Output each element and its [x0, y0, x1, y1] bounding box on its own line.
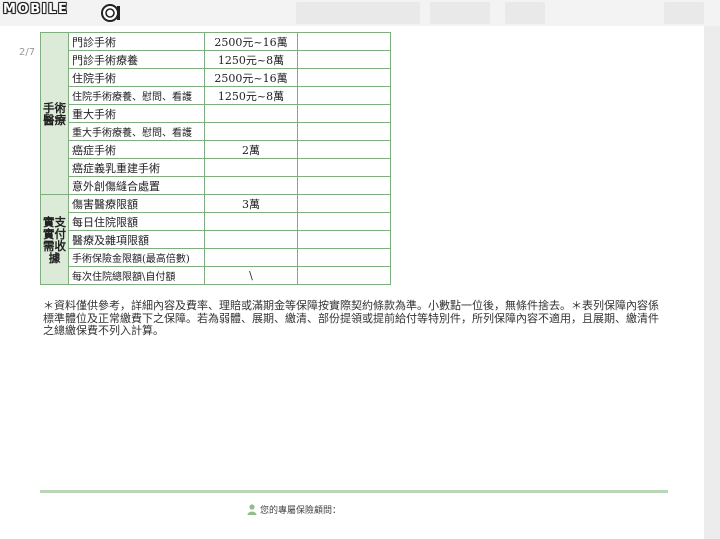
value-cell: [204, 104, 298, 123]
empty-cell: [297, 86, 391, 105]
empty-cell: [297, 176, 391, 195]
item-cell: 住院手術療養、慰問、看護: [68, 86, 205, 105]
value-cell: [204, 158, 298, 177]
table-row: 醫療及雜項限額: [41, 230, 391, 249]
table-row: 住院手術 2500元~16萬: [41, 68, 391, 87]
empty-cell: [297, 194, 391, 213]
item-cell: 門診手術: [68, 32, 205, 51]
item-cell: 醫療及雜項限額: [68, 230, 205, 249]
blurred-banner-area: [296, 2, 420, 24]
value-cell: 1250元~8萬: [204, 50, 298, 69]
empty-cell: [297, 50, 391, 69]
empty-cell: [297, 266, 391, 285]
value-cell: [204, 212, 298, 231]
person-icon: [247, 504, 257, 515]
disclaimer-note: ＊資料僅供參考，詳細內容及費率、理賠或滿期金等保障按實際契約條款為準。小數點一位…: [43, 299, 659, 337]
empty-cell: [297, 32, 391, 51]
item-cell: 住院手術: [68, 68, 205, 87]
table-row: 實支實付需收據 傷害醫療限額 3萬: [40, 194, 391, 285]
empty-cell: [297, 140, 391, 159]
item-cell: 門診手術療養: [68, 50, 205, 69]
value-cell: 2500元~16萬: [204, 32, 298, 51]
value-cell: [204, 248, 298, 267]
empty-cell: [297, 212, 391, 231]
value-cell: 2500元~16萬: [204, 68, 298, 87]
value-cell: \: [204, 266, 298, 285]
footer: 您的專屬保險顧問：: [247, 503, 341, 516]
table-row: 門診手術療養 1250元~8萬: [41, 50, 391, 69]
empty-cell: [297, 122, 391, 141]
table-row: 每日住院限額: [41, 212, 391, 231]
table-row: 重大手術: [41, 104, 391, 123]
page-indicator: 2/7: [19, 47, 36, 58]
table-row: 重大手術療養、慰問、看護: [41, 122, 391, 141]
blurred-banner-area: [430, 2, 490, 24]
value-cell: 1250元~8萬: [204, 86, 298, 105]
item-cell: 意外創傷縫合處置: [68, 176, 205, 195]
table-row: 癌症手術 2萬: [41, 140, 391, 159]
item-cell: 每日住院限額: [68, 212, 205, 231]
table-row: 每次住院總限額\自付額 \: [41, 266, 391, 285]
value-cell: 3萬: [204, 194, 298, 213]
value-cell: [204, 176, 298, 195]
table-row: 住院手術療養、慰問、看護 1250元~8萬: [41, 86, 391, 105]
empty-cell: [297, 248, 391, 267]
item-cell: 重大手術療養、慰問、看護: [68, 122, 205, 141]
category-cell: 手術醫療: [40, 32, 69, 195]
empty-cell: [297, 158, 391, 177]
item-cell: 每次住院總限額\自付額: [68, 266, 205, 285]
page-edge: [704, 26, 720, 539]
value-cell: [204, 122, 298, 141]
item-cell: 癌症手術: [68, 140, 205, 159]
coverage-table: 手術醫療 門診手術 2500元~16萬 門診手術療養 1250元~8萬 住院手術 2500元…: [40, 32, 391, 285]
empty-cell: [297, 230, 391, 249]
table-row: 癌症義乳重建手術: [41, 158, 391, 177]
site-logo[interactable]: MOBILE: [3, 2, 69, 17]
item-cell: 癌症義乳重建手術: [68, 158, 205, 177]
value-cell: [204, 230, 298, 249]
table-row: 意外創傷縫合處置: [41, 176, 391, 195]
item-cell: 傷害醫療限額: [68, 194, 205, 213]
item-cell: 重大手術: [68, 104, 205, 123]
footer-text: 您的專屬保險顧問：: [260, 506, 342, 516]
blurred-banner-area: [505, 2, 545, 24]
category-cell: 實支實付需收據: [40, 194, 69, 285]
site-header-bar: MOBILE: [0, 0, 720, 26]
empty-cell: [297, 104, 391, 123]
item-cell: 手術保險金限額(最高倍數): [68, 248, 205, 267]
value-cell: 2萬: [204, 140, 298, 159]
empty-cell: [297, 68, 391, 87]
blurred-banner-area: [664, 2, 704, 24]
mobile01-logo-icon: [101, 4, 120, 22]
table-row: 手術保險金限額(最高倍數): [41, 248, 391, 267]
table-row: 手術醫療 門診手術 2500元~16萬: [40, 32, 391, 195]
footer-divider: [40, 490, 668, 493]
